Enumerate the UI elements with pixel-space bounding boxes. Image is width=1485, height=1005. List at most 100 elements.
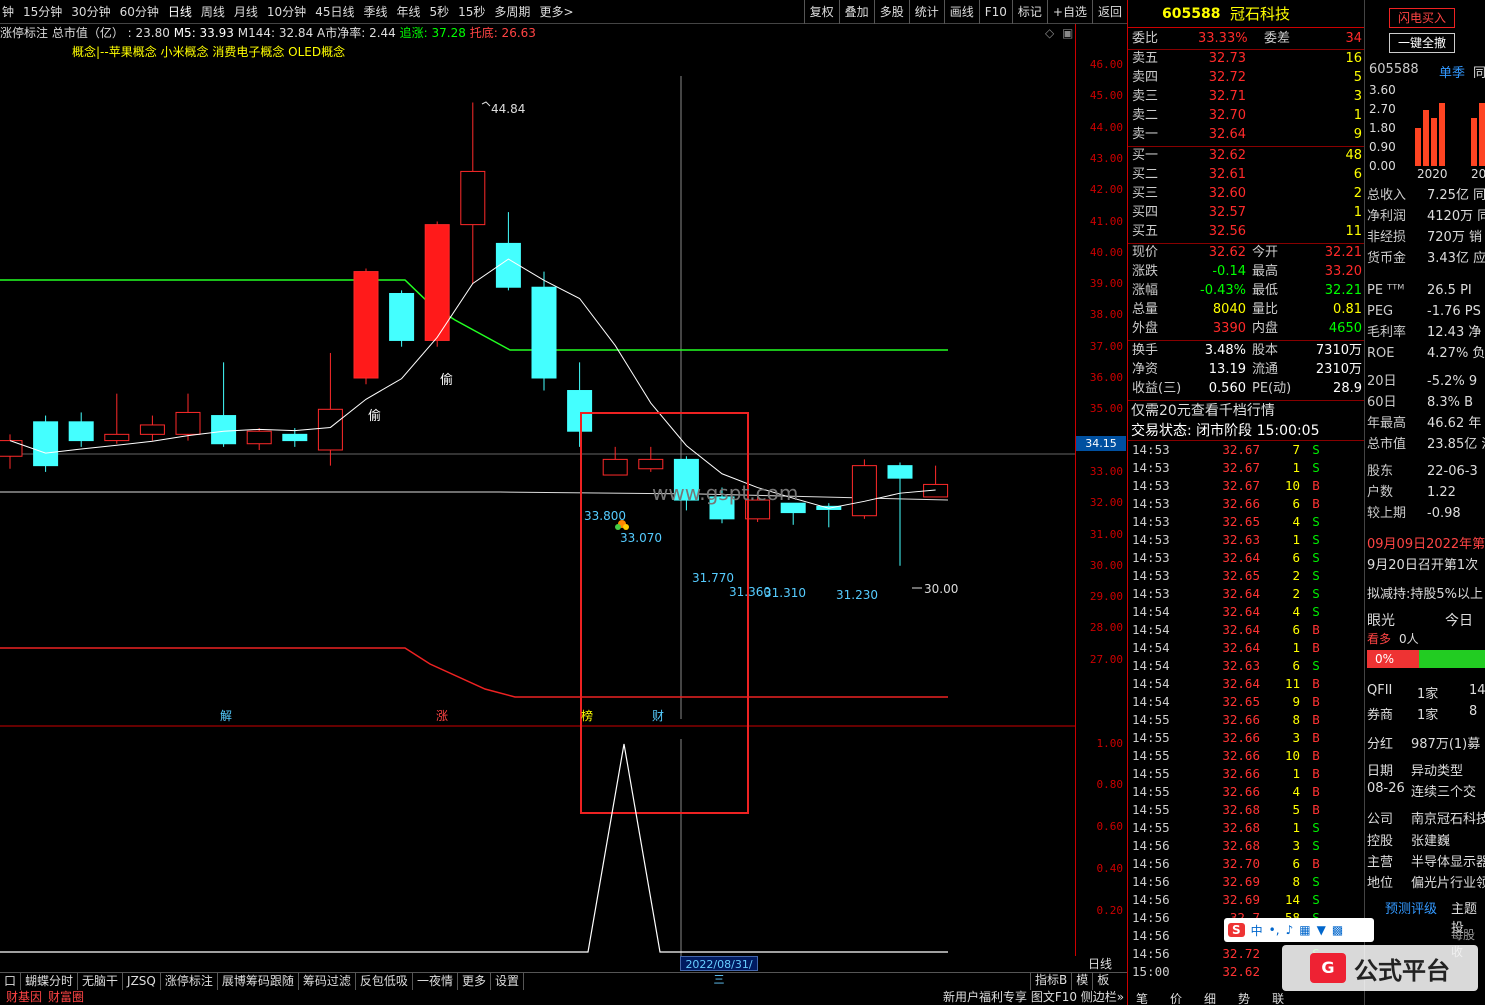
fund-row: 年最高 46.62 年 (1367, 414, 1485, 434)
period-tab[interactable]: 更多> (539, 3, 573, 20)
tool-button[interactable]: 统计 (908, 0, 944, 24)
quote-value-2: 4650 (1328, 321, 1362, 336)
fund-row: 20日 -5.2% 9 (1367, 372, 1485, 392)
sub-axis-label: 0.60 (1096, 820, 1124, 833)
tool-button[interactable]: 复权 (803, 0, 839, 24)
tick-price: 32.64 (1222, 586, 1260, 601)
indicator-tab[interactable]: 一夜情 (413, 973, 458, 990)
revenue-bar (1423, 110, 1429, 166)
period-tab[interactable]: 30分钟 (71, 3, 110, 20)
panel-tab[interactable]: 笔 (1136, 990, 1148, 1005)
indicator-tab[interactable]: 无脑干 (78, 973, 124, 990)
sell-level-row: 卖四 32.72 5 (1130, 69, 1364, 87)
fund-code: 605588 (1369, 62, 1419, 77)
quote-value-2: 2310万 (1315, 362, 1362, 377)
indicator-tab[interactable]: 筹码过滤 (299, 973, 356, 990)
kline-chart[interactable]: 44.8433.80033.07031.77031.36031.310 31.23… (0, 24, 1075, 956)
flash-buy-button[interactable]: 闪电买入 (1389, 8, 1455, 28)
indicator-tabs: 口蝴蝶分时 无脑干 JZSQ 涨停标注 展博筹码跟随 筹码过滤 反包低吸 一夜情 更多 设置 (0, 972, 1127, 990)
news-item[interactable]: 09月09日2022年第 (1367, 533, 1485, 552)
period-tab[interactable]: 10分钟 (267, 3, 306, 20)
event-label: 财 (652, 709, 664, 723)
tick-direction: B (1312, 496, 1320, 511)
revenue-bar (1471, 118, 1477, 166)
period-tab[interactable]: 季线 (363, 3, 387, 20)
tool-button[interactable]: 返回 (1091, 0, 1127, 24)
tick-direction: S (1312, 604, 1320, 619)
indicator-tab[interactable]: 更多 (458, 973, 491, 990)
event-dot-icon[interactable] (615, 524, 621, 530)
fund-axis-label: 1.80 (1369, 121, 1396, 135)
indicator-tab[interactable]: JZSQ (123, 973, 161, 990)
fund-row: ROE 4.27% 负 (1367, 344, 1485, 364)
period-tab[interactable]: 45日线 (315, 3, 354, 20)
cancel-all-button[interactable]: 一键全撤 (1389, 33, 1455, 53)
tool-button[interactable]: 多股 (873, 0, 909, 24)
period-tab[interactable]: 多周期 (494, 3, 530, 20)
news-item[interactable]: 9月20日召开第1次 (1367, 554, 1478, 573)
panel-tab[interactable]: 细 (1204, 990, 1216, 1005)
tool-button[interactable]: 叠加 (838, 0, 874, 24)
support-line (0, 647, 948, 698)
tick-direction: B (1312, 640, 1320, 655)
tick-row: 14:55 32.68 5 B (1130, 801, 1364, 819)
tick-time: 14:56 (1132, 892, 1170, 907)
row-label: 买三 (1132, 186, 1159, 201)
tool-button[interactable]: F10 (978, 0, 1012, 24)
panel-tab[interactable]: 联 (1272, 990, 1284, 1005)
row-value: 32.57 (1208, 205, 1246, 220)
tool-button[interactable]: +自选 (1046, 0, 1092, 24)
price-axis-label: 38.00 (1089, 308, 1123, 322)
tick-time: 14:54 (1132, 658, 1170, 673)
promo-text[interactable]: 仅需20元查看千档行情 (1131, 402, 1275, 420)
period-tab[interactable]: 15秒 (458, 3, 485, 20)
period-tab[interactable]: 周线 (201, 3, 225, 20)
indicator-tab[interactable]: 展博筹码跟随 (218, 973, 299, 990)
period-tab[interactable]: 月线 (234, 3, 258, 20)
tick-time: 14:53 (1132, 514, 1170, 529)
period-tab[interactable]: 日线 (168, 3, 192, 20)
period-tab[interactable]: 60分钟 (120, 3, 159, 20)
indicator-tab[interactable]: 反包低吸 (356, 973, 413, 990)
event-dot-icon[interactable] (623, 524, 629, 530)
tick-price: 32.64 (1222, 550, 1260, 565)
period-tab[interactable]: 年线 (396, 3, 420, 20)
indicator-right-tab[interactable]: 模 (1071, 972, 1092, 990)
ime-toolbar[interactable]: S 中 •, ♪ ▦ ▼ ▩ (1224, 918, 1374, 942)
bottom-tab[interactable]: 财基因 (3, 990, 45, 1004)
tick-time: 14:56 (1132, 910, 1170, 925)
tool-button[interactable]: 画线 (943, 0, 979, 24)
row-volume: 16 (1345, 51, 1362, 66)
tool-button[interactable]: 标记 (1011, 0, 1047, 24)
period-tab[interactable]: 5秒 (430, 3, 450, 20)
news-item[interactable]: 拟减持:持股5%以上 (1367, 583, 1483, 602)
quarter-tab[interactable]: 单季 (1439, 62, 1465, 81)
panel-tab[interactable]: 势 (1238, 990, 1250, 1005)
panel-tab[interactable]: 价 (1170, 990, 1182, 1005)
indicator-right-tab[interactable]: 板 (1092, 972, 1113, 990)
tick-direction: S (1312, 550, 1320, 565)
signal-label: 偷 (440, 373, 453, 388)
candle-body (389, 292, 415, 341)
yoy-tab[interactable]: 同 (1473, 62, 1485, 81)
tick-direction: S (1312, 442, 1320, 457)
bottom-tab[interactable]: 财富圈 (45, 990, 87, 1004)
indicator-tab[interactable]: 蝴蝶分时 (21, 973, 79, 990)
indicator-tab[interactable]: 涨停标注 (161, 973, 218, 990)
row-label: 卖五 (1132, 51, 1159, 66)
row-value: 32.72 (1208, 70, 1246, 85)
promo-link[interactable]: 新用户福利专享 图文F10 侧边栏» (940, 990, 1127, 1005)
fund-row: 净利润 4120万 同 (1367, 207, 1485, 227)
forecast-tab[interactable]: 预测评级 (1385, 898, 1437, 917)
period-tab[interactable]: 钟 (2, 3, 14, 20)
candle-body (460, 170, 486, 226)
indicator-tab[interactable]: 设置 (491, 973, 524, 990)
period-tab[interactable]: 15分钟 (23, 3, 62, 20)
indicator-right-tabs: 指标B 模板 (1030, 972, 1113, 990)
indicator-tab[interactable]: 口 (0, 973, 22, 990)
tick-time: 14:54 (1132, 676, 1170, 691)
indicator-right-tab[interactable]: 指标B (1030, 972, 1071, 990)
tick-price: 32.68 (1222, 802, 1260, 817)
today-label: 今日 (1445, 613, 1473, 629)
tick-volume: 10 (1284, 478, 1300, 493)
